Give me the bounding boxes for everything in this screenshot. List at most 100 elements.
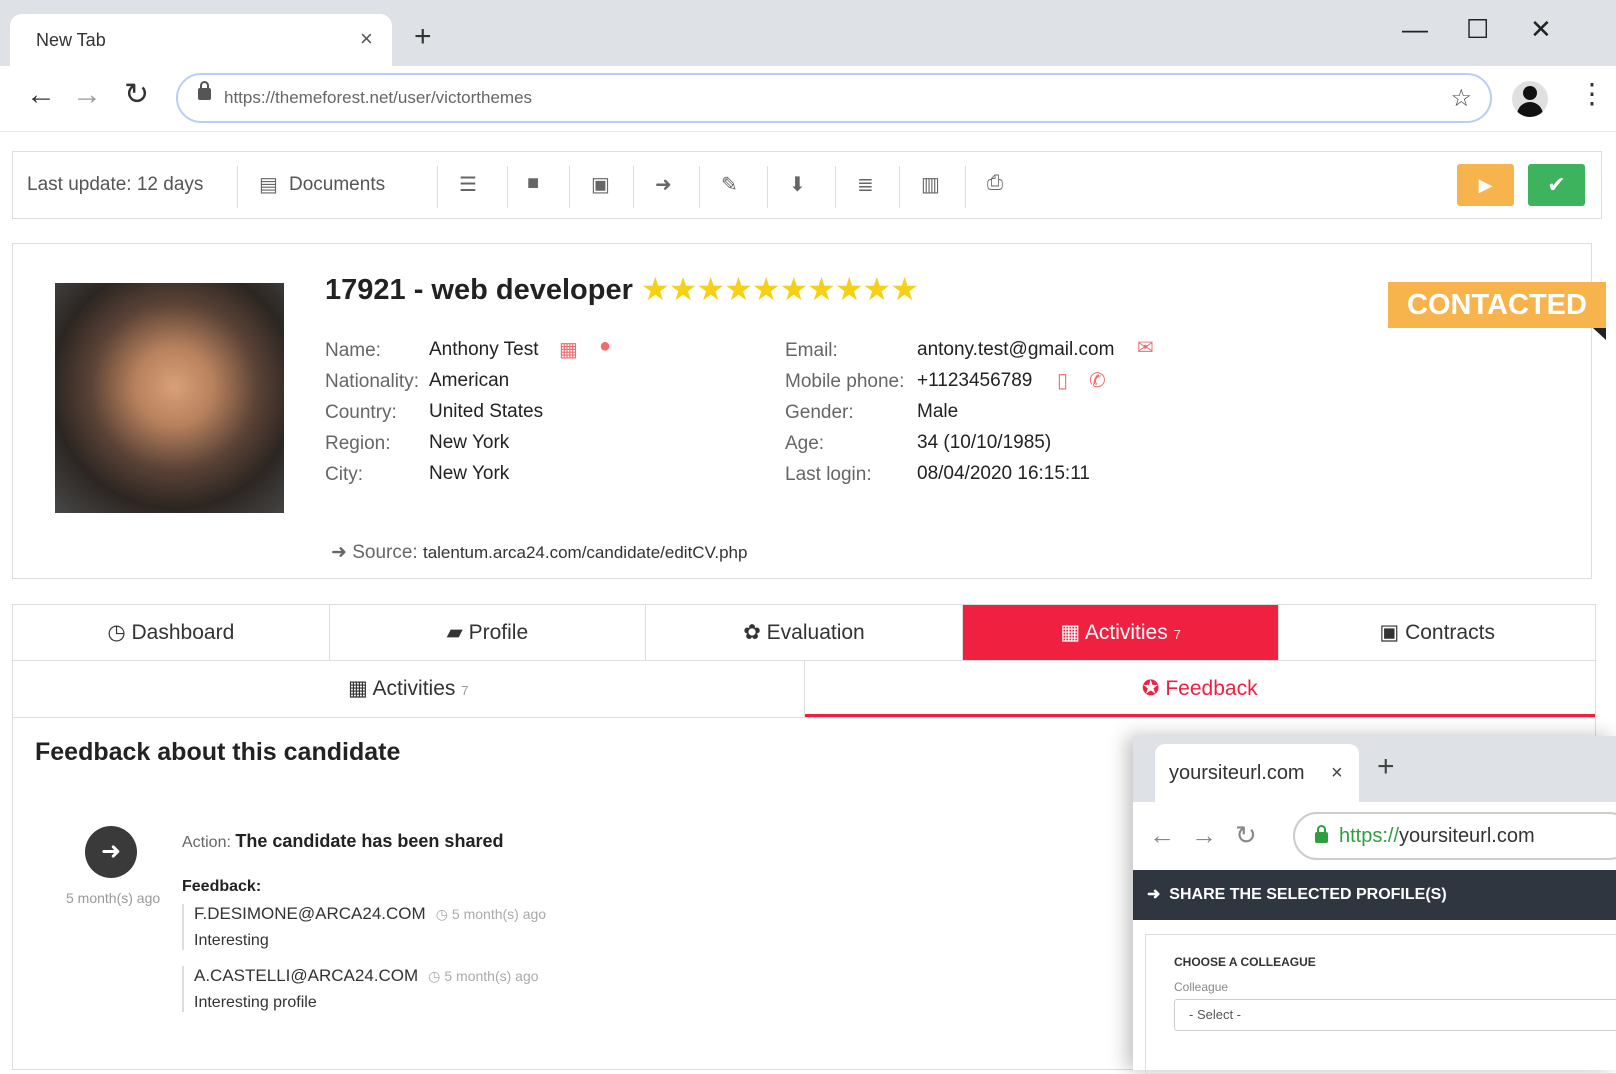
inbox-icon[interactable]: ⬇ xyxy=(789,172,806,197)
award-icon: ✿ xyxy=(743,621,761,644)
tab-evaluation[interactable]: ✿ Evaluation xyxy=(646,605,963,660)
candidate-card: 17921 - web developer ★★★★★★★★★★ Name: A… xyxy=(12,243,1592,579)
status-badge: CONTACTED xyxy=(1388,282,1606,328)
popup-tab[interactable]: yoursiteurl.com × xyxy=(1155,744,1359,802)
tab-close-icon[interactable]: × xyxy=(360,26,373,52)
address-url[interactable]: https://themeforest.net/user/victortheme… xyxy=(224,88,532,108)
back-icon[interactable]: ← xyxy=(26,80,56,110)
popup-address-bar[interactable]: https://yoursiteurl.com xyxy=(1293,812,1616,860)
action-line: Action: The candidate has been shared xyxy=(182,831,503,852)
reload-icon[interactable]: ↻ xyxy=(124,80,149,110)
clock-icon: ◷ xyxy=(435,906,448,922)
email-value: antony.test@gmail.com xyxy=(917,339,1115,360)
action-text: The candidate has been shared xyxy=(235,831,504,851)
stack-icon[interactable]: ≣ xyxy=(857,172,874,197)
forward-icon[interactable]: → xyxy=(72,80,102,110)
nationality-label: Nationality: xyxy=(325,371,419,392)
popup-navbar: ← → ↻ https://yoursiteurl.com xyxy=(1133,802,1616,870)
share-icon[interactable]: ➜ xyxy=(655,172,672,197)
tab-label: Dashboard xyxy=(131,621,235,644)
chat-icon[interactable]: ● xyxy=(599,335,611,358)
phone-icon[interactable]: ✆ xyxy=(1089,368,1106,393)
new-tab-button[interactable]: + xyxy=(414,22,432,52)
list-icon[interactable]: ☰ xyxy=(459,172,477,197)
documents-icon[interactable]: ▤ xyxy=(259,172,278,197)
time-ago: 5 month(s) ago xyxy=(66,890,161,906)
feedback-title: Feedback about this candidate xyxy=(35,738,401,766)
city-value: New York xyxy=(429,463,510,484)
play-button[interactable]: ▶ xyxy=(1457,164,1514,206)
feedback-text: Interesting profile xyxy=(194,994,317,1011)
choose-colleague-heading: CHOOSE A COLLEAGUE xyxy=(1174,955,1316,969)
colleague-select[interactable]: - Select - xyxy=(1174,999,1616,1031)
share-arrow-icon: ➜ xyxy=(1147,886,1161,903)
calendar-icon: ▦ xyxy=(348,677,368,700)
source-url[interactable]: talentum.arca24.com/candidate/editCV.php xyxy=(423,543,747,562)
tab-activities[interactable]: ▦ Activities 7 xyxy=(962,605,1280,660)
documents-button[interactable]: Documents xyxy=(289,174,385,196)
subtab-feedback[interactable]: ✪ Feedback xyxy=(804,661,1595,717)
name-value: Anthony Test xyxy=(429,339,539,360)
colleague-label: Colleague xyxy=(1174,980,1229,994)
feedback-text: Interesting xyxy=(194,932,269,949)
browser-navbar: ← → ↻ https://themeforest.net/user/victo… xyxy=(0,66,1616,132)
email-label: Email: xyxy=(785,340,838,361)
popup-new-tab-button[interactable]: + xyxy=(1377,752,1395,782)
subtab-activities[interactable]: ▦ Activities 7 xyxy=(13,661,805,717)
sms-icon[interactable]: ▯ xyxy=(1057,368,1068,393)
arrow-right-icon: ➜ xyxy=(331,542,347,563)
app-toolbar: Last update: 12 days ▤ Documents ☰ ■ ▣ ➜… xyxy=(12,151,1602,219)
feedback-label: Feedback: xyxy=(182,878,262,895)
popup-tab-title: yoursiteurl.com xyxy=(1169,762,1305,784)
tab-label: Activities xyxy=(1084,621,1168,644)
video-icon[interactable]: ■ xyxy=(527,172,539,195)
city-label: City: xyxy=(325,464,363,485)
calendar-icon: ▦ xyxy=(1060,621,1081,644)
badge-fold xyxy=(1593,328,1606,340)
profile-avatar-icon[interactable] xyxy=(1512,81,1548,117)
bookmark-star-icon[interactable]: ☆ xyxy=(1450,84,1472,113)
secure-lock-icon xyxy=(1315,825,1328,843)
tab-title: New Tab xyxy=(36,30,106,50)
address-bar[interactable]: https://themeforest.net/user/victortheme… xyxy=(176,73,1492,123)
popup-url[interactable]: https://yoursiteurl.com xyxy=(1339,825,1535,848)
toolbar-divider xyxy=(569,166,570,208)
tab-label: Profile xyxy=(468,621,529,644)
confirm-button[interactable]: ✔ xyxy=(1528,164,1585,206)
feedback-email: A.CASTELLI@ARCA24.COM xyxy=(194,966,419,985)
tab-dashboard[interactable]: ◷ Dashboard xyxy=(13,605,330,660)
popup-forward-icon[interactable]: → xyxy=(1191,822,1217,848)
pencil-icon[interactable]: ✎ xyxy=(721,172,738,197)
tab-label: Feedback xyxy=(1165,677,1258,700)
url-host: yoursiteurl.com xyxy=(1399,825,1535,847)
tab-profile[interactable]: ▰ Profile xyxy=(330,605,647,660)
calendar-icon[interactable]: ▦ xyxy=(559,337,578,362)
popup-tab-close-icon[interactable]: × xyxy=(1331,762,1343,785)
gender-label: Gender: xyxy=(785,402,854,423)
toolbar-divider xyxy=(899,166,900,208)
close-window-icon[interactable]: ✕ xyxy=(1530,16,1552,42)
mail-icon[interactable]: ✉ xyxy=(1137,335,1154,360)
folder-icon: ▰ xyxy=(446,621,463,644)
share-circle-icon: ➜ xyxy=(85,826,137,878)
browser-tab[interactable]: New Tab × xyxy=(10,14,392,68)
clock-icon: ◷ xyxy=(428,968,441,984)
popup-back-icon[interactable]: ← xyxy=(1149,822,1175,848)
action-label: Action: xyxy=(182,834,231,851)
feedback-time: 5 month(s) ago xyxy=(444,968,539,984)
briefcase-icon[interactable]: ▥ xyxy=(921,172,940,197)
browser-menu-icon[interactable]: ⋮ xyxy=(1578,80,1606,108)
tab-contracts[interactable]: ▣ Contracts xyxy=(1279,605,1595,660)
feedback-time: 5 month(s) ago xyxy=(451,906,547,922)
last-login-label: Last login: xyxy=(785,464,872,485)
toolbar-divider xyxy=(237,166,238,208)
id-card-icon[interactable]: ▣ xyxy=(591,172,610,197)
minimize-icon[interactable]: — xyxy=(1402,16,1428,42)
feedback-entry: A.CASTELLI@ARCA24.COM ◷ 5 month(s) ago Int… xyxy=(182,966,602,1012)
popup-reload-icon[interactable]: ↻ xyxy=(1235,822,1257,848)
maximize-icon[interactable]: ☐ xyxy=(1466,16,1489,42)
last-update-text: Last update: 12 days xyxy=(27,174,204,195)
toolbar-divider xyxy=(699,166,700,208)
sub-tabs: ▦ Activities 7 ✪ Feedback xyxy=(12,661,1596,718)
print-icon[interactable]: ⎙ xyxy=(987,172,1003,195)
